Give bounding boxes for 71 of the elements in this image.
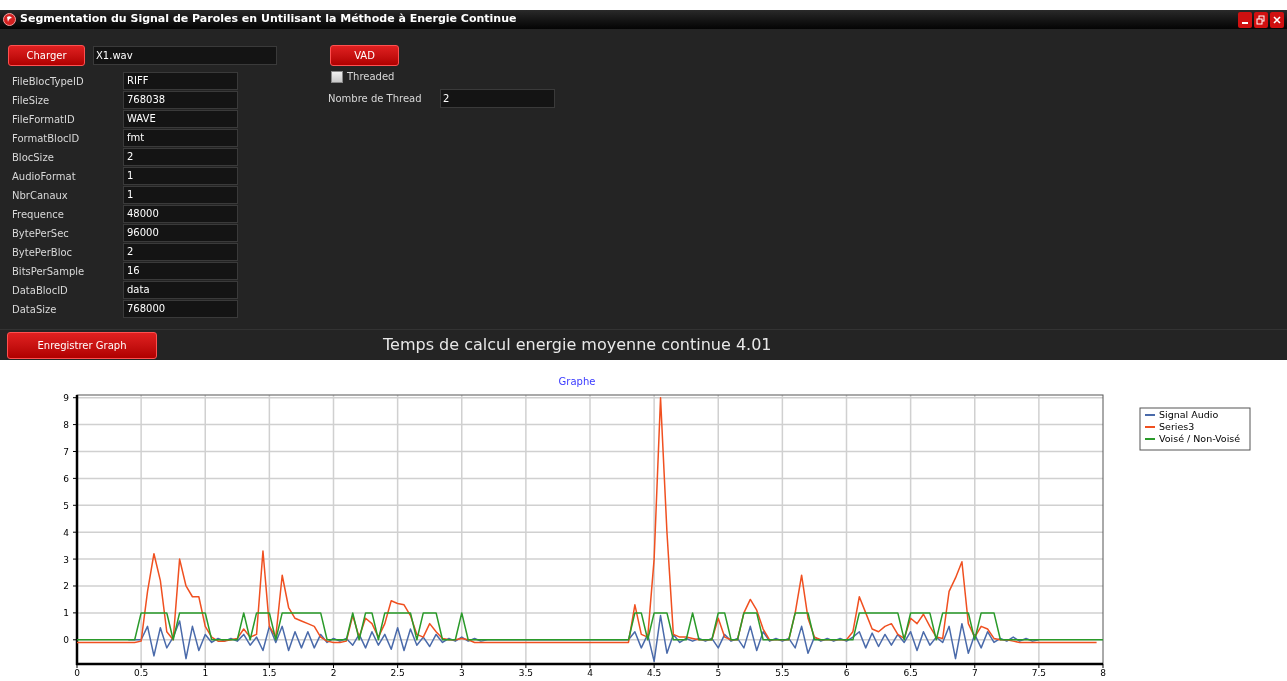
field-value[interactable]: 1 <box>123 167 238 185</box>
field-label: NbrCanaux <box>11 188 69 203</box>
y-axis-label: 2 <box>63 581 69 592</box>
field-value[interactable]: 96000 <box>123 224 238 242</box>
x-axis-label: 6.5 <box>903 668 918 678</box>
y-axis-label: 5 <box>63 500 69 511</box>
field-value[interactable]: fmt <box>123 129 238 147</box>
window-title: Segmentation du Signal de Paroles en Untilisant la Méthode à Energie Continue <box>20 11 517 28</box>
field-label: BitsPerSample <box>11 264 86 279</box>
vad-button[interactable]: VAD <box>330 45 399 66</box>
field-label: BytePerBloc <box>11 245 74 260</box>
restore-icon[interactable] <box>1254 11 1268 28</box>
x-axis-label: 2 <box>330 668 337 678</box>
x-axis-label: 1 <box>202 668 209 678</box>
computation-time-text: Temps de calcul energie moyenne continue 4.01 <box>383 334 772 356</box>
filename-field[interactable]: X1.wav <box>93 46 277 65</box>
field-value[interactable]: 1 <box>123 186 238 204</box>
minimize-icon[interactable] <box>1238 11 1252 28</box>
x-axis-label: 7 <box>971 668 978 678</box>
field-value[interactable]: 2 <box>123 243 238 261</box>
field-label: Frequence <box>11 207 65 222</box>
y-axis-label: 7 <box>63 447 69 457</box>
legend-label: Signal Audio <box>1159 409 1219 420</box>
y-axis-label: 9 <box>63 393 69 404</box>
x-axis-label: 7.5 <box>1031 668 1047 678</box>
y-axis-label: 6 <box>63 473 69 484</box>
x-axis-label: 5.5 <box>775 668 790 678</box>
x-axis-label: 4 <box>587 668 593 678</box>
x-axis-label: 3.5 <box>518 668 534 678</box>
field-value[interactable]: 2 <box>123 148 238 166</box>
field-label: FileBlocTypeID <box>11 74 85 89</box>
field-label: FileSize <box>11 93 51 108</box>
x-axis-label: 8 <box>1100 668 1106 678</box>
field-value[interactable]: 768000 <box>123 300 238 318</box>
y-axis-label: 0 <box>63 635 69 646</box>
field-label: FormatBlocID <box>11 131 81 146</box>
legend-label: Voisé / Non-Voisé <box>1159 433 1241 444</box>
thread-count-field[interactable]: 2 <box>440 89 555 108</box>
field-label: BytePerSec <box>11 226 70 241</box>
field-label: BlocSize <box>11 150 55 165</box>
y-axis-label: 3 <box>63 554 69 565</box>
x-axis-label: 2.5 <box>390 668 405 678</box>
field-value[interactable]: RIFF <box>123 72 238 90</box>
x-axis-label: 5 <box>715 668 722 678</box>
chart-title: Graphe <box>558 376 596 387</box>
field-value[interactable]: WAVE <box>123 110 238 128</box>
load-button[interactable]: Charger <box>8 45 85 66</box>
field-label: AudioFormat <box>11 169 77 184</box>
x-axis-label: 4.5 <box>646 668 662 678</box>
x-axis-label: 3 <box>458 668 465 678</box>
y-axis-label: 4 <box>63 527 69 538</box>
y-axis-label: 1 <box>63 608 69 619</box>
field-value[interactable]: 48000 <box>123 205 238 223</box>
legend-label: Series3 <box>1159 421 1195 432</box>
field-value[interactable]: data <box>123 281 238 299</box>
x-axis-label: 0 <box>74 668 80 678</box>
x-axis-label: 6 <box>843 668 850 678</box>
app-icon <box>3 13 16 26</box>
x-axis-label: 0.5 <box>133 668 149 678</box>
close-icon[interactable] <box>1270 11 1284 28</box>
save-graph-button[interactable]: Enregistrer Graph <box>7 331 157 359</box>
field-value[interactable]: 16 <box>123 262 238 280</box>
y-axis-label: 8 <box>63 420 69 431</box>
field-label: FileFormatID <box>11 112 76 127</box>
x-axis-label: 1.5 <box>262 668 277 678</box>
threaded-label: Threaded <box>347 70 395 84</box>
field-label: DataBlocID <box>11 283 69 298</box>
thread-count-label: Nombre de Thread <box>328 92 423 106</box>
field-label: DataSize <box>11 302 58 317</box>
field-value[interactable]: 768038 <box>123 91 238 109</box>
threaded-checkbox[interactable] <box>331 70 343 83</box>
